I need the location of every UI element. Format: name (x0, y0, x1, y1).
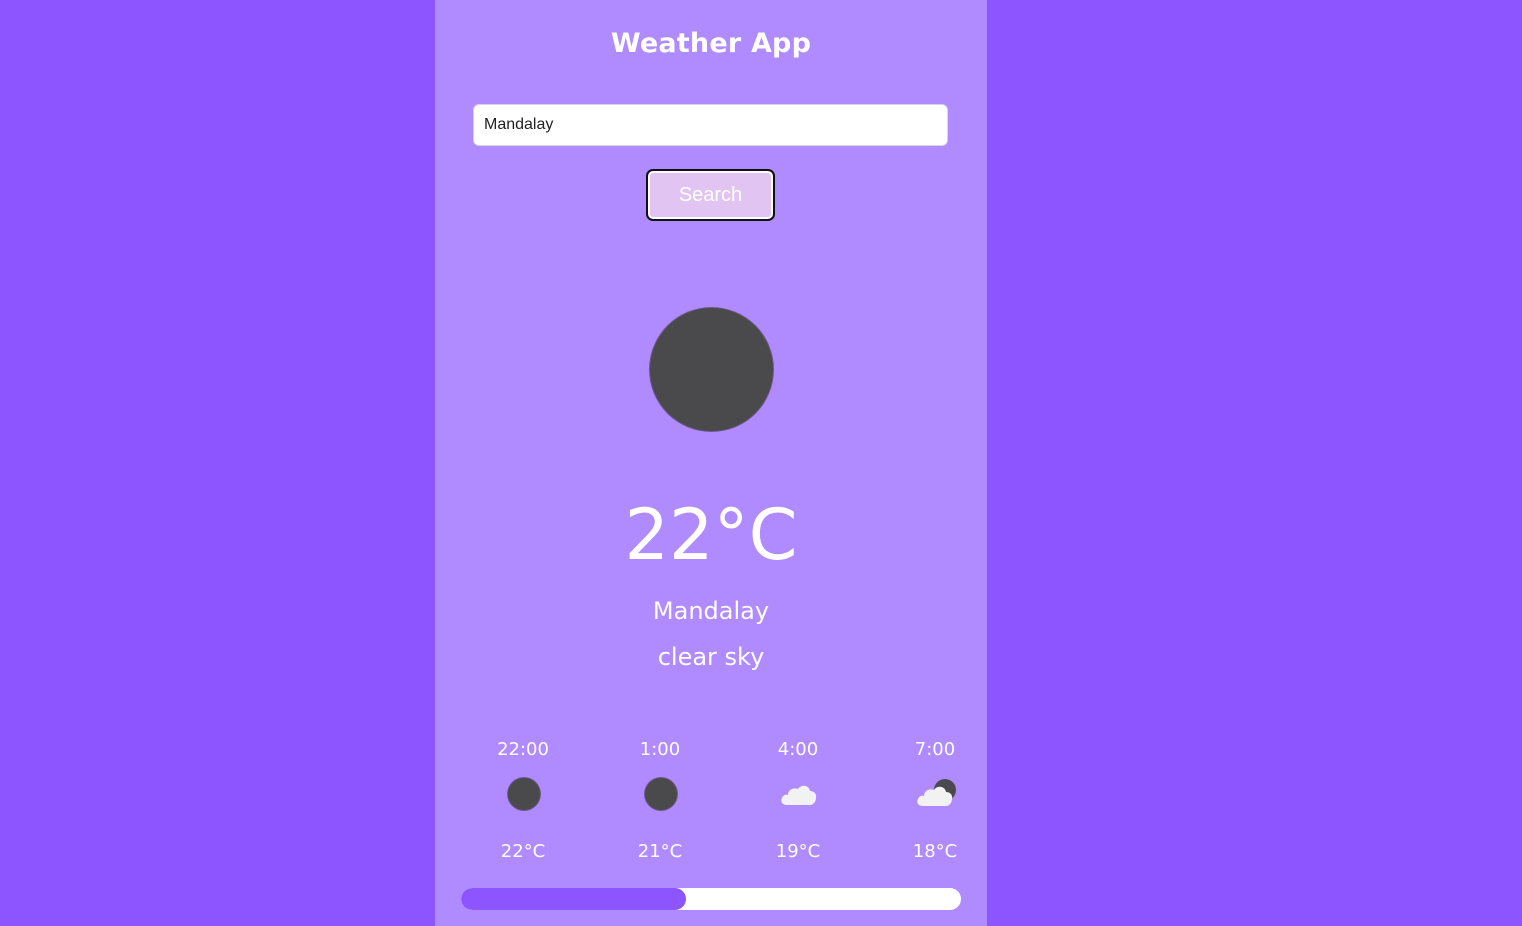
forecast-time: 7:00 (914, 739, 956, 760)
moon-icon (507, 777, 541, 811)
progress-fill (461, 888, 686, 910)
forecast-time: 4:00 (777, 739, 819, 760)
cloud-icon (781, 777, 817, 811)
cloud-moon-icon (917, 777, 956, 811)
weather-panel: Weather App Search 22°C Mandalay clear s… (435, 0, 987, 926)
city-name: Mandalay (652, 597, 770, 625)
app-title: Weather App (610, 28, 812, 59)
forecast-temperature: 21°C (637, 841, 683, 862)
moon-icon (650, 308, 773, 431)
forecast-item: 4:00 19°C (748, 737, 848, 867)
search-button[interactable]: Search (646, 169, 775, 221)
progress-bar[interactable] (461, 888, 961, 910)
current-temperature: 22°C (624, 494, 798, 576)
moon-icon (644, 777, 678, 811)
forecast-item: 1:00 21°C (610, 737, 710, 867)
forecast-temperature: 18°C (912, 841, 958, 862)
search-input[interactable] (473, 104, 948, 146)
forecast-time: 1:00 (639, 739, 681, 760)
forecast-item: 7:00 18°C (885, 737, 985, 867)
forecast-item: 22:00 22°C (473, 737, 573, 867)
weather-description: clear sky (657, 643, 765, 671)
forecast-temperature: 19°C (775, 841, 821, 862)
forecast-time: 22:00 (497, 739, 549, 760)
forecast-temperature: 22°C (500, 841, 546, 862)
